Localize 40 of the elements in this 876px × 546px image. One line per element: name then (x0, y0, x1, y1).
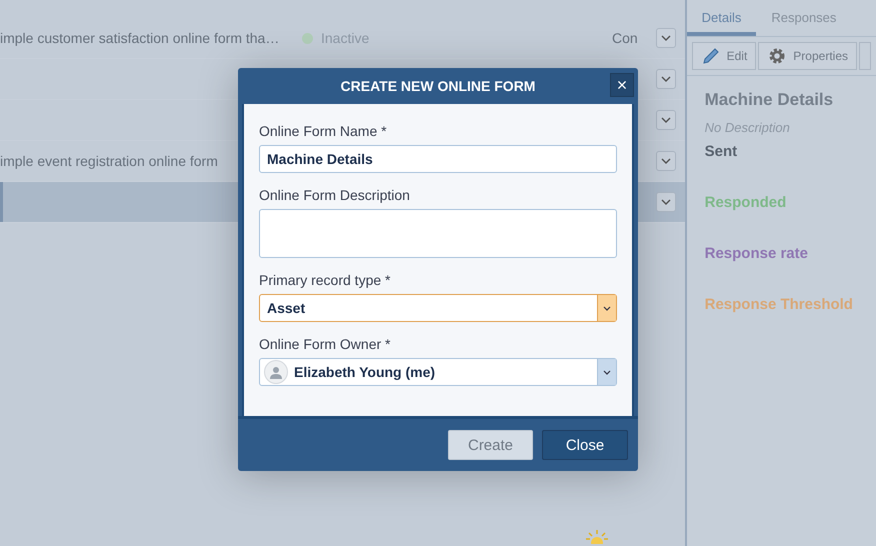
edit-button[interactable]: Edit (692, 42, 756, 70)
selected-value: Asset (267, 300, 306, 316)
selected-value: Elizabeth Young (me) (294, 364, 436, 380)
panel-tab[interactable]: Details (686, 0, 756, 36)
field-label: Online Form Owner * (259, 336, 392, 352)
row-cell-text: Con (612, 30, 639, 46)
form-title: Machine Details (704, 90, 834, 110)
chevron-down-icon (661, 199, 671, 205)
row-menu-button[interactable] (656, 192, 676, 212)
input-field[interactable]: Machine Details (259, 145, 617, 173)
row-menu-button[interactable] (656, 28, 676, 48)
gear-icon (767, 46, 788, 66)
stat-label: Responded (704, 194, 788, 211)
field-label: Online Form Description (259, 187, 411, 203)
stat-label: Response Threshold (704, 296, 854, 313)
row-menu-button[interactable] (656, 151, 676, 171)
avatar-icon (264, 360, 288, 384)
properties-button[interactable]: Properties (758, 42, 857, 70)
close-dialog-button[interactable]: Close (542, 430, 628, 460)
dropdown-field[interactable]: Asset (259, 294, 617, 322)
row-description: imple customer satisfaction online form tha… (0, 30, 280, 46)
chevron-down-icon (661, 76, 671, 82)
field-label: Primary record type * (259, 272, 392, 288)
panel-tab[interactable]: Responses (756, 0, 852, 36)
dialog-title: CREATE NEW ONLINE FORM (340, 78, 536, 94)
chevron-down-icon (661, 117, 671, 123)
chevron-down-icon (661, 158, 671, 164)
chevron-down-icon (661, 35, 671, 41)
stat-label: Sent (704, 143, 738, 160)
status-dot-icon (302, 32, 313, 44)
textarea-field[interactable] (259, 209, 617, 258)
row-menu-button[interactable] (656, 110, 676, 130)
stat-label: Response rate (704, 245, 809, 262)
dropdown-field[interactable]: Elizabeth Young (me) (259, 358, 617, 386)
row-menu-button[interactable] (656, 69, 676, 89)
field-label: Online Form Name * (259, 123, 388, 139)
form-description: No Description (704, 120, 791, 135)
row-description: imple event registration online form (0, 153, 218, 169)
pencil-icon (700, 46, 721, 66)
close-button[interactable]: × (610, 73, 634, 97)
